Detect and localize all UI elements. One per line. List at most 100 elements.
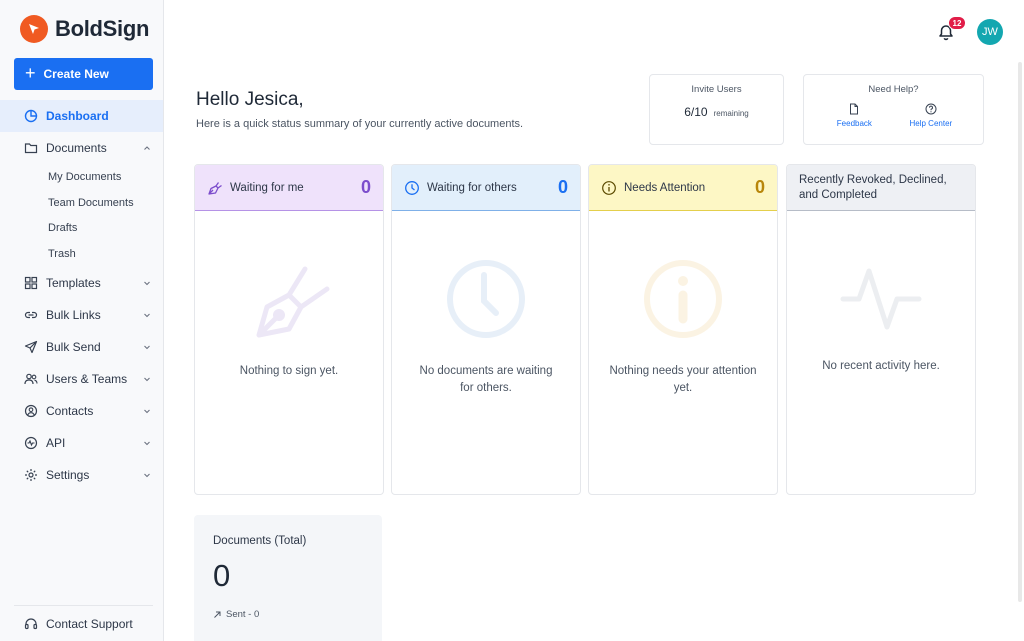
recent-activity-card[interactable]: Recently Revoked, Declined, and Complete…: [786, 164, 976, 495]
question-circle-icon: [925, 103, 937, 115]
feedback-label: Feedback: [836, 119, 872, 128]
notification-badge: 12: [948, 16, 966, 30]
pen-icon: [207, 180, 223, 196]
clock-icon: [404, 180, 420, 196]
users-icon: [24, 372, 38, 386]
sidebar-subitem-trash[interactable]: Trash: [0, 241, 163, 267]
gear-icon: [24, 468, 38, 482]
contact-support-label: Contact Support: [46, 616, 133, 631]
boldsign-logo-icon: [20, 15, 48, 43]
brand-name: BoldSign: [55, 16, 150, 41]
sidebar-subitem-drafts[interactable]: Drafts: [0, 215, 163, 241]
sidebar-item-label: Dashboard: [46, 109, 109, 123]
info-icon: [601, 180, 617, 196]
plus-icon: +: [25, 63, 36, 83]
templates-icon: [24, 276, 38, 290]
chevron-down-icon[interactable]: [142, 310, 152, 320]
documents-sent-stat: Sent - 0: [213, 609, 363, 620]
contact-support-link[interactable]: Contact Support: [14, 605, 153, 641]
user-avatar[interactable]: JW: [977, 19, 1003, 45]
create-new-button[interactable]: + Create New: [14, 58, 153, 90]
invite-users-title: Invite Users: [691, 84, 742, 95]
api-icon: [24, 436, 38, 450]
sidebar-nav: Dashboard Documents My Documents Team Do…: [0, 100, 163, 491]
contact-icon: [24, 404, 38, 418]
card-empty-message: Nothing needs your attention yet.: [609, 365, 757, 394]
sidebar-item-documents[interactable]: Documents: [0, 132, 163, 164]
info-icon: [644, 260, 722, 338]
sidebar-item-label: API: [46, 435, 66, 450]
sidebar-item-label: Documents: [46, 141, 107, 155]
card-empty-message: No documents are waiting for others.: [419, 365, 553, 394]
documents-total-widget[interactable]: Documents (Total) 0 Sent - 0: [194, 515, 382, 641]
send-icon: [24, 340, 38, 354]
app-root: BoldSign + Create New Dashboard Document…: [0, 0, 1024, 641]
activity-icon: [840, 268, 922, 330]
waiting-for-others-card[interactable]: Waiting for others 0 No documents are wa…: [391, 164, 581, 495]
chevron-down-icon[interactable]: [142, 470, 152, 480]
card-empty-message: No recent activity here.: [822, 360, 940, 372]
sidebar-item-dashboard[interactable]: Dashboard: [0, 100, 163, 132]
clock-icon: [447, 260, 525, 338]
chevron-down-icon[interactable]: [142, 374, 152, 384]
card-header: Recently Revoked, Declined, and Complete…: [787, 165, 975, 211]
chevron-down-icon[interactable]: [142, 438, 152, 448]
document-icon: [850, 103, 859, 115]
chevron-down-icon[interactable]: [142, 278, 152, 288]
sidebar-item-api[interactable]: API: [0, 427, 163, 459]
page-scrollbar[interactable]: [1018, 62, 1022, 602]
help-center-label: Help Center: [909, 119, 953, 128]
card-header: Needs Attention 0: [589, 165, 777, 211]
sidebar-item-label: Bulk Links: [46, 307, 101, 322]
invite-users-count: 6/10 remaining: [650, 105, 783, 119]
sidebar-subitem-team-documents[interactable]: Team Documents: [0, 190, 163, 216]
pen-icon: [256, 266, 330, 338]
sidebar-subitem-my-documents[interactable]: My Documents: [0, 164, 163, 190]
card-title: Needs Attention: [624, 181, 706, 194]
card-count: 0: [360, 177, 371, 197]
card-title: Waiting for me: [230, 181, 304, 194]
page-subtitle: Here is a quick status summary of your c…: [196, 118, 524, 130]
folder-icon: [24, 141, 38, 155]
sidebar-item-templates[interactable]: Templates: [0, 267, 163, 299]
need-help-widget: Need Help? Feedback Help Center: [803, 74, 984, 145]
sidebar-item-label: Bulk Send: [46, 339, 101, 354]
sidebar-item-bulk-send[interactable]: Bulk Send: [0, 331, 163, 363]
sidebar-item-label: Templates: [46, 275, 101, 290]
documents-sent-label: Sent - 0: [226, 609, 260, 620]
sidebar-item-bulk-links[interactable]: Bulk Links: [0, 299, 163, 331]
invite-remaining-label: remaining: [713, 109, 749, 118]
help-links: Feedback Help Center: [804, 103, 983, 128]
card-header: Waiting for others 0: [392, 165, 580, 211]
waiting-for-me-card[interactable]: Waiting for me 0 Nothing to sign yet.: [194, 164, 384, 495]
brand-logo[interactable]: BoldSign: [20, 15, 149, 43]
card-title: Recently Revoked, Declined, and Complete…: [799, 173, 947, 201]
documents-total-title: Documents (Total): [213, 535, 307, 547]
card-header: Waiting for me 0: [195, 165, 383, 211]
sidebar-item-settings[interactable]: Settings: [0, 459, 163, 491]
chevron-down-icon[interactable]: [142, 406, 152, 416]
help-center-link[interactable]: Help Center: [909, 103, 953, 128]
invite-count-value: 6/10: [684, 105, 708, 119]
dashboard-icon: [24, 109, 38, 123]
card-count: 0: [754, 177, 765, 197]
headset-icon: [24, 617, 38, 631]
sidebar-item-label: Users & Teams: [46, 371, 128, 386]
sidebar-item-users-teams[interactable]: Users & Teams: [0, 363, 163, 395]
create-new-label: Create New: [43, 67, 109, 81]
invite-users-widget[interactable]: Invite Users 6/10 remaining: [649, 74, 784, 145]
chevron-up-icon[interactable]: [142, 143, 152, 153]
sidebar-item-label: Contacts: [46, 403, 94, 418]
page-title: Hello Jesica,: [196, 89, 304, 110]
chevron-down-icon[interactable]: [142, 342, 152, 352]
card-empty-message: Nothing to sign yet.: [239, 365, 339, 377]
need-help-title: Need Help?: [868, 84, 919, 95]
feedback-link[interactable]: Feedback: [837, 103, 872, 128]
sidebar-item-label: Settings: [46, 467, 90, 482]
sidebar: BoldSign + Create New Dashboard Document…: [0, 0, 164, 641]
documents-total-value: 0: [213, 558, 231, 593]
card-count: 0: [557, 177, 568, 197]
sidebar-item-contacts[interactable]: Contacts: [0, 395, 163, 427]
needs-attention-card[interactable]: Needs Attention 0 Nothing needs your att…: [588, 164, 778, 495]
link-icon: [24, 308, 38, 322]
